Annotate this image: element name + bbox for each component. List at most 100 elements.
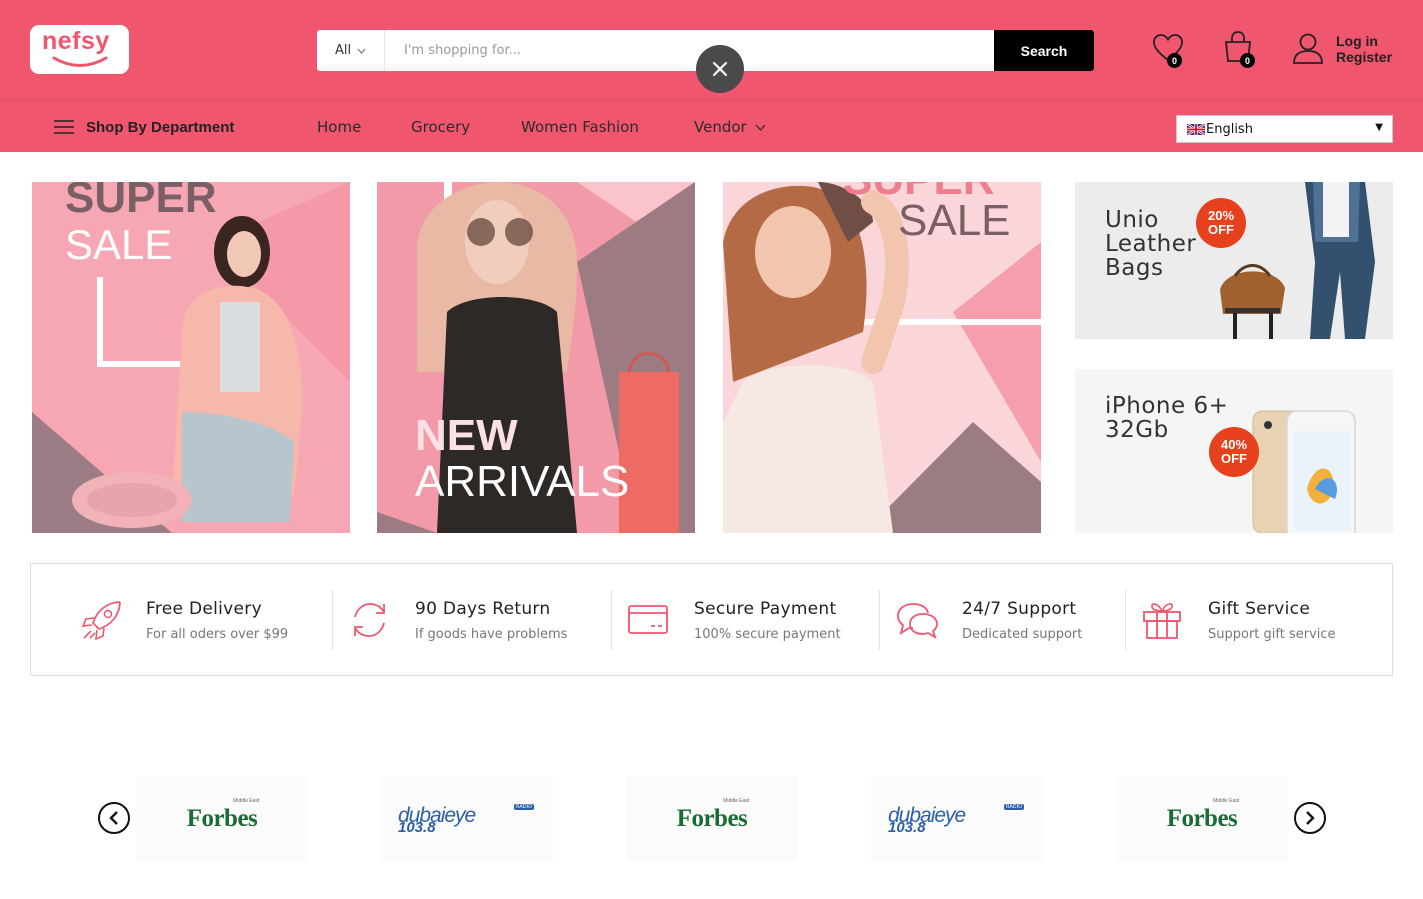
- feature-title: Secure Payment: [694, 599, 837, 619]
- press-carousel-prev-button[interactable]: [98, 802, 130, 834]
- side-banner-title: Unio Leather Bags: [1105, 208, 1196, 280]
- feature-gift-service: Gift Service Support gift service: [1126, 564, 1392, 675]
- side-banner-iphone[interactable]: iPhone 6+ 32Gb 40% OFF: [1075, 369, 1393, 533]
- user-icon: [1293, 33, 1323, 64]
- discount-off-label: OFF: [1208, 222, 1234, 237]
- logo-text: 103.8: [888, 819, 926, 836]
- side-banner-leather-bags[interactable]: Unio Leather Bags 20% OFF: [1075, 182, 1393, 339]
- logo-text: Forbes: [186, 805, 258, 832]
- forbes-logo: Forbes Middle East: [676, 798, 750, 833]
- title-line: Leather: [1105, 231, 1197, 257]
- close-icon: [712, 61, 728, 77]
- logo-text: 103.8: [398, 819, 436, 836]
- feature-subtitle: For all oders over $99: [146, 627, 289, 642]
- logo-tag: RADIO: [1004, 804, 1024, 810]
- discount-badge: 40% OFF: [1209, 427, 1259, 477]
- search-category-label: All: [334, 43, 352, 58]
- login-link[interactable]: Log in: [1336, 33, 1392, 49]
- logo-tag: RADIO: [514, 804, 534, 810]
- feature-title: Gift Service: [1208, 599, 1311, 619]
- promo-banner-new-arrivals[interactable]: NEW ARRIVALS: [377, 182, 695, 533]
- feature-free-delivery: Free Delivery For all oders over $99: [31, 564, 331, 675]
- chat-bubbles-icon: [897, 603, 938, 639]
- discount-percent: 40%: [1220, 437, 1248, 452]
- chevron-down-icon: [755, 124, 766, 131]
- feature-support: 24/7 Support Dedicated support: [880, 564, 1125, 675]
- title-line: 32Gb: [1105, 417, 1169, 443]
- side-banner-title: iPhone 6+ 32Gb: [1105, 394, 1228, 442]
- nav-item-home[interactable]: Home: [317, 101, 361, 153]
- rocket-icon: [81, 601, 121, 641]
- nav-label: Women Fashion: [521, 118, 639, 136]
- banner-headline: SUPER: [65, 182, 217, 222]
- language-label: English: [1206, 121, 1253, 137]
- feature-subtitle: 100% secure payment: [694, 627, 841, 642]
- search-input[interactable]: [386, 30, 994, 71]
- discount-percent: 20%: [1207, 208, 1235, 223]
- feature-secure-payment: Secure Payment 100% secure payment: [612, 564, 879, 675]
- feature-returns: 90 Days Return If goods have problems: [333, 564, 611, 675]
- cart-count-badge: 0: [1240, 53, 1255, 68]
- banner-headline: NEW: [415, 411, 518, 460]
- wishlist-button[interactable]: 0: [1152, 33, 1188, 69]
- nav-label: Vendor: [694, 118, 747, 136]
- feature-subtitle: Support gift service: [1208, 627, 1336, 642]
- feature-title: Free Delivery: [146, 599, 262, 619]
- uk-flag-icon: [1187, 123, 1205, 135]
- wishlist-count-badge: 0: [1167, 53, 1182, 68]
- logo-text: Forbes: [1166, 805, 1238, 832]
- discount-off-label: OFF: [1221, 451, 1247, 466]
- forbes-logo: Forbes Middle East: [186, 798, 260, 833]
- press-logo-forbes: Forbes Middle East: [1116, 776, 1288, 862]
- chevron-right-icon: [1306, 811, 1315, 825]
- shop-by-department-button[interactable]: Shop By Department: [54, 101, 234, 153]
- dropdown-arrow-icon: ▼: [1375, 122, 1383, 133]
- nav-item-vendor[interactable]: Vendor: [694, 101, 766, 153]
- department-label: Shop By Department: [86, 118, 235, 136]
- logo-text: Forbes: [676, 805, 748, 832]
- press-logo-forbes: Forbes Middle East: [626, 776, 798, 862]
- title-line: Bags: [1105, 255, 1164, 281]
- nav-label: Grocery: [411, 118, 471, 136]
- nav-item-grocery[interactable]: Grocery: [411, 101, 470, 153]
- gift-icon: [1143, 603, 1181, 639]
- logo-tag: Middle East: [233, 798, 260, 804]
- logo-smile-icon: [52, 56, 108, 67]
- press-logo-forbes: Forbes Middle East: [136, 776, 308, 862]
- banner-subheadline: SALE: [898, 196, 1011, 245]
- press-logo-dubai-eye: dubaieye 103.8 RADIO: [381, 776, 553, 862]
- feature-subtitle: If goods have problems: [415, 627, 568, 642]
- dubai-eye-logo: dubaieye 103.8 RADIO: [886, 804, 1028, 836]
- refresh-icon: [354, 603, 385, 637]
- chevron-down-icon: [357, 48, 366, 54]
- site-logo[interactable]: nefsy: [30, 25, 129, 74]
- account-area: Log in Register: [1293, 32, 1403, 68]
- language-select[interactable]: English ▼: [1176, 115, 1393, 143]
- press-logo-dubai-eye: dubaieye 103.8 RADIO: [871, 776, 1043, 862]
- nav-item-women-fashion[interactable]: Women Fashion: [521, 101, 639, 153]
- press-carousel-next-button[interactable]: [1294, 802, 1326, 834]
- promo-banner-super-sale-2[interactable]: SUPER SALE: [723, 182, 1041, 533]
- close-button[interactable]: [696, 45, 744, 93]
- promo-banner-super-sale-1[interactable]: SUPER SALE: [32, 182, 350, 533]
- cart-button[interactable]: 0: [1222, 31, 1258, 69]
- search-button[interactable]: Search: [994, 30, 1094, 71]
- logo-tag: Middle East: [723, 798, 750, 804]
- hamburger-menu-icon: [54, 120, 74, 134]
- discount-badge: 20% OFF: [1196, 198, 1246, 248]
- feature-subtitle: Dedicated support: [962, 627, 1083, 642]
- forbes-logo: Forbes Middle East: [1166, 798, 1240, 833]
- logo-text: nefsy: [42, 27, 110, 55]
- chevron-left-icon: [109, 811, 118, 825]
- feature-title: 90 Days Return: [415, 599, 551, 619]
- nav-label: Home: [317, 118, 362, 136]
- search-category-select[interactable]: All: [317, 30, 385, 71]
- banner-subheadline: ARRIVALS: [415, 457, 630, 506]
- credit-card-icon: [628, 605, 668, 634]
- logo-tag: Middle East: [1213, 798, 1240, 804]
- register-link[interactable]: Register: [1336, 49, 1392, 65]
- feature-title: 24/7 Support: [962, 599, 1077, 619]
- features-bar: Free Delivery For all oders over $99 90 …: [30, 563, 1393, 676]
- dubai-eye-logo: dubaieye 103.8 RADIO: [396, 804, 538, 836]
- title-line: iPhone 6+: [1105, 393, 1229, 419]
